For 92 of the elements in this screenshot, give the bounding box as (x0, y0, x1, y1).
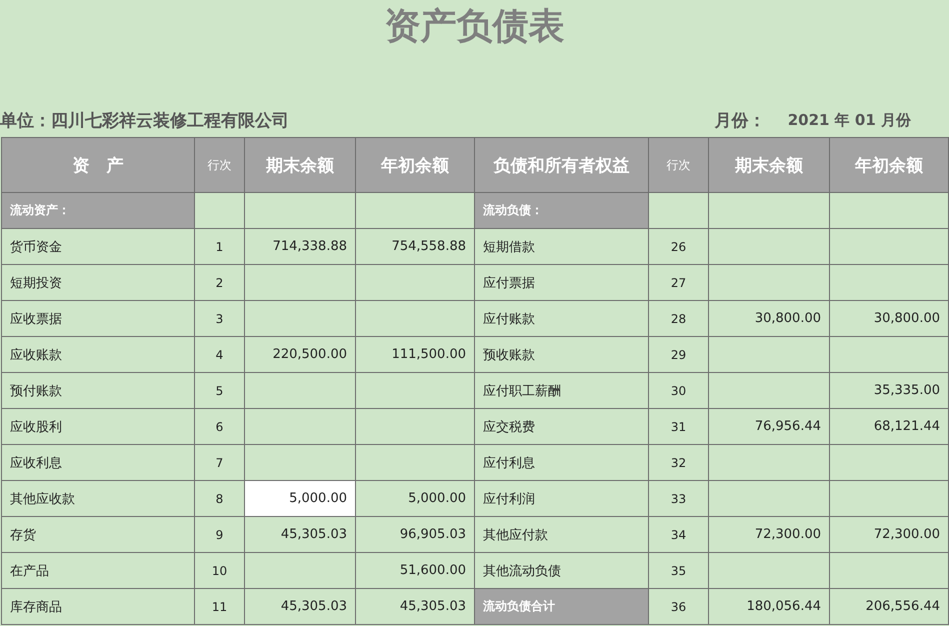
table-cell: 在产品 (2, 552, 194, 588)
table-cell: 应收票据 (2, 300, 194, 336)
table-cell: 206,556.44 (830, 588, 948, 624)
table-cell[interactable] (244, 552, 356, 588)
table-cell[interactable]: 45,305.03 (244, 516, 356, 552)
table-cell: 96,905.03 (356, 516, 474, 552)
sheet-title: 资产负债表 (384, 5, 564, 48)
table-cell: 2 (194, 264, 244, 300)
table-cell: 4 (194, 336, 244, 372)
table-cell: 流动负债合计 (474, 588, 648, 624)
table-cell: 30,800.00 (830, 300, 948, 336)
table-cell: 应付职工薪酬 (474, 372, 648, 408)
table-cell: 5 (194, 372, 244, 408)
table-cell[interactable] (244, 192, 356, 228)
company-unit: 单位：四川七彩祥云装修工程有限公司 (0, 110, 289, 132)
table-cell: 7 (194, 444, 244, 480)
table-cell: 45,305.03 (356, 588, 474, 624)
column-header: 行次 (194, 138, 244, 192)
table-cell: 68,121.44 (830, 408, 948, 444)
table-cell[interactable]: 76,956.44 (708, 408, 830, 444)
table-cell: 72,300.00 (830, 516, 948, 552)
table-cell (194, 192, 244, 228)
table-cell: 31 (648, 408, 708, 444)
table-cell: 流动资产： (2, 192, 194, 228)
table-cell[interactable] (708, 444, 830, 480)
table-cell: 29 (648, 336, 708, 372)
table-cell[interactable] (244, 408, 356, 444)
table-cell: 26 (648, 228, 708, 264)
table-cell: 28 (648, 300, 708, 336)
table-cell[interactable]: 5,000.00 (244, 480, 356, 516)
table-cell: 9 (194, 516, 244, 552)
table-cell: 33 (648, 480, 708, 516)
table-cell[interactable]: 45,305.03 (244, 588, 356, 624)
table-cell: 35,335.00 (830, 372, 948, 408)
table-cell[interactable] (708, 552, 830, 588)
table-cell: 应付账款 (474, 300, 648, 336)
table-cell[interactable] (244, 372, 356, 408)
table-cell: 存货 (2, 516, 194, 552)
table-cell: 应收账款 (2, 336, 194, 372)
table-cell: 应收股利 (2, 408, 194, 444)
table-cell: 应付利润 (474, 480, 648, 516)
column-header: 年初余额 (356, 138, 474, 192)
table-cell: 36 (648, 588, 708, 624)
table-cell: 应付票据 (474, 264, 648, 300)
table-cell[interactable]: 180,056.44 (708, 588, 830, 624)
table-cell[interactable] (708, 372, 830, 408)
table-cell: 27 (648, 264, 708, 300)
table-cell: 应付利息 (474, 444, 648, 480)
table-cell[interactable] (708, 336, 830, 372)
table-cell[interactable] (708, 228, 830, 264)
table-cell: 6 (194, 408, 244, 444)
table-cell: 其他应收款 (2, 480, 194, 516)
table-cell (648, 192, 708, 228)
table-cell: 35 (648, 552, 708, 588)
table-cell[interactable] (708, 480, 830, 516)
column-header: 资 产 (2, 138, 194, 192)
table-cell: 5,000.00 (356, 480, 474, 516)
table-cell: 短期投资 (2, 264, 194, 300)
table-cell[interactable] (708, 192, 830, 228)
table-cell: 3 (194, 300, 244, 336)
table-cell: 其他应付款 (474, 516, 648, 552)
table-cell: 应交税费 (474, 408, 648, 444)
table-cell[interactable]: 220,500.00 (244, 336, 356, 372)
table-cell[interactable]: 72,300.00 (708, 516, 830, 552)
table-cell: 应收利息 (2, 444, 194, 480)
table-cell: 货币资金 (2, 228, 194, 264)
column-header: 年初余额 (830, 138, 948, 192)
table-cell: 1 (194, 228, 244, 264)
table-cell: 流动负债： (474, 192, 648, 228)
table-cell: 51,600.00 (356, 552, 474, 588)
table-cell: 754,558.88 (356, 228, 474, 264)
column-header: 负债和所有者权益 (474, 138, 648, 192)
table-cell[interactable] (708, 264, 830, 300)
table-cell: 111,500.00 (356, 336, 474, 372)
table-cell[interactable] (244, 264, 356, 300)
table-cell: 34 (648, 516, 708, 552)
column-header: 行次 (648, 138, 708, 192)
column-header: 期末余额 (244, 138, 356, 192)
table-cell: 库存商品 (2, 588, 194, 624)
table-cell: 预收账款 (474, 336, 648, 372)
table-cell: 11 (194, 588, 244, 624)
table-cell: 短期借款 (474, 228, 648, 264)
table-cell[interactable]: 714,338.88 (244, 228, 356, 264)
table-cell[interactable] (244, 300, 356, 336)
month-value: 2021 年 01 月份 (788, 110, 911, 130)
month-label: 月份： (714, 110, 766, 132)
column-header: 期末余额 (708, 138, 830, 192)
table-cell: 预付账款 (2, 372, 194, 408)
table-cell: 32 (648, 444, 708, 480)
table-cell[interactable]: 30,800.00 (708, 300, 830, 336)
table-cell: 10 (194, 552, 244, 588)
table-cell: 30 (648, 372, 708, 408)
